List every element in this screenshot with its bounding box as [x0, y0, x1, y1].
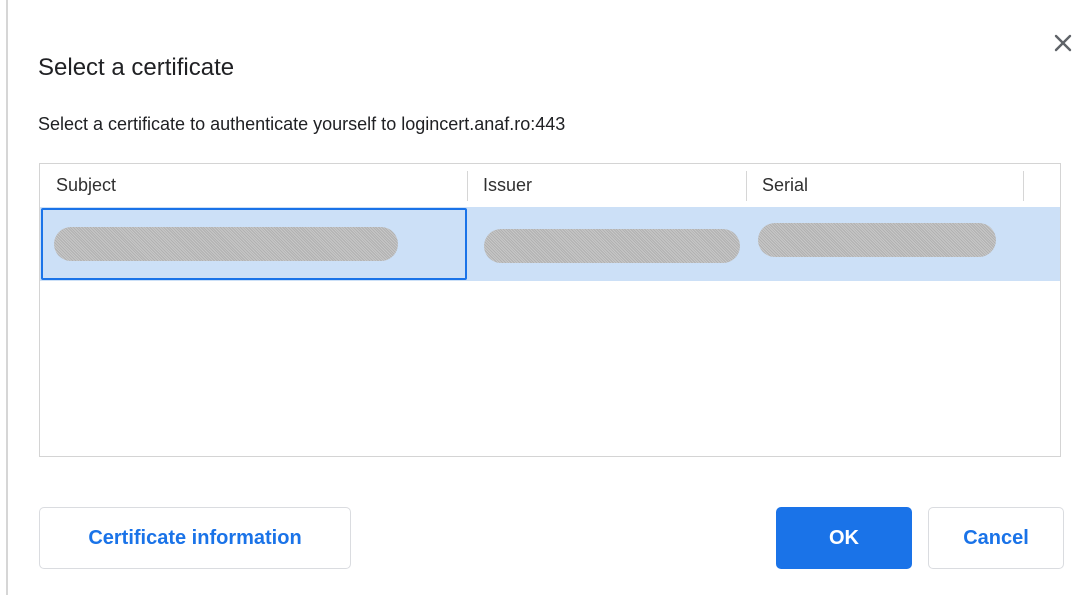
certificate-information-button[interactable]: Certificate information	[39, 507, 351, 569]
dialog-title: Select a certificate	[38, 54, 235, 81]
column-header-subject[interactable]: Subject	[56, 164, 116, 207]
column-header-issuer[interactable]: Issuer	[483, 164, 532, 207]
cell-issuer-redacted	[484, 229, 740, 263]
certificate-table: Subject Issuer Serial	[39, 163, 1061, 457]
close-icon	[1054, 34, 1072, 52]
window-edge	[6, 0, 8, 595]
dialog-subtitle: Select a certificate to authenticate you…	[38, 114, 566, 134]
cell-serial-redacted	[758, 223, 996, 257]
certificate-dialog: Select a certificate Select a certificat…	[0, 0, 1086, 595]
close-button[interactable]	[1050, 30, 1076, 56]
column-divider[interactable]	[746, 171, 747, 201]
ok-button[interactable]: OK	[776, 507, 912, 569]
column-header-serial[interactable]: Serial	[762, 164, 808, 207]
column-divider[interactable]	[467, 171, 468, 201]
table-header: Subject Issuer Serial	[40, 164, 1060, 207]
column-divider[interactable]	[1023, 171, 1024, 201]
cancel-button[interactable]: Cancel	[928, 507, 1064, 569]
table-row[interactable]	[40, 207, 1060, 281]
cell-subject-redacted	[54, 227, 398, 261]
